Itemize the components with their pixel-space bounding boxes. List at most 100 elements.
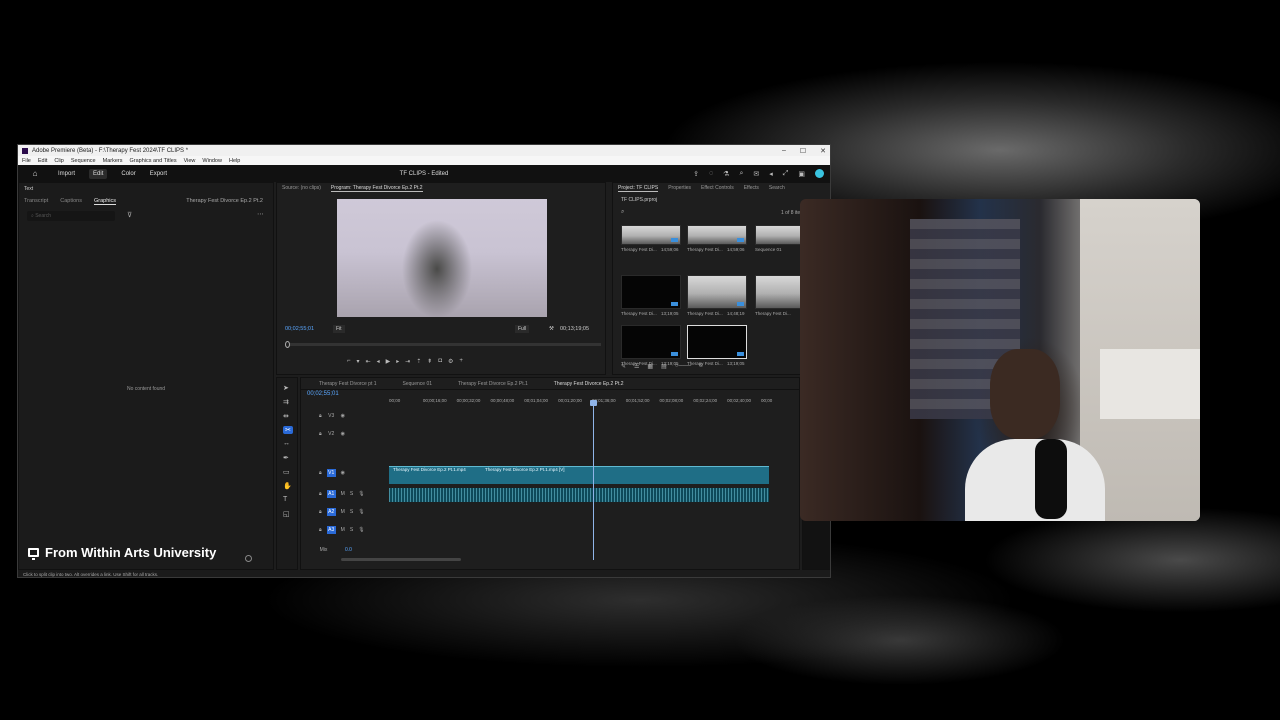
icon-view-icon[interactable]: ▦ <box>647 363 653 370</box>
ripple-edit-tool-icon[interactable]: ⇹ <box>283 412 289 420</box>
mix-volume-value[interactable]: 0.0 <box>345 547 352 553</box>
zoom-slider[interactable]: ○─── <box>675 363 691 370</box>
tab-sequence-3[interactable]: Therapy Fest Divorce Ep.2 Pt.1 <box>458 381 528 387</box>
track-label[interactable]: V1 <box>326 469 336 477</box>
tab-project[interactable]: Project: TF CLIPS <box>618 185 659 192</box>
play-icon[interactable]: ▶ <box>386 358 391 365</box>
mute-icon[interactable]: M <box>341 509 345 515</box>
mark-in-icon[interactable]: ⌐ <box>347 358 351 365</box>
beta-icon[interactable]: ⚗ <box>723 170 729 178</box>
add-marker-icon[interactable]: ▾ <box>357 358 360 365</box>
project-clip-thumbnail[interactable] <box>621 275 681 309</box>
caption-tool-icon[interactable]: ◱ <box>283 510 290 518</box>
pen-tool-icon[interactable]: ✒ <box>283 454 289 462</box>
tab-program-monitor[interactable]: Program: Therapy Fest Divorce Ep.2 Pt.2 <box>330 185 423 192</box>
menu-help[interactable]: Help <box>229 158 240 164</box>
track-label[interactable]: V2 <box>327 430 336 438</box>
chat-icon[interactable]: ▣ <box>798 170 805 178</box>
lock-icon[interactable]: 🔒︎ <box>319 509 322 515</box>
fit-dropdown[interactable]: Fit <box>333 325 345 333</box>
feedback-icon[interactable]: ✉ <box>753 170 759 178</box>
graphics-search-input[interactable]: ⌕ Search <box>27 211 115 221</box>
slip-tool-icon[interactable]: ↔ <box>283 440 290 447</box>
freeform-view-icon[interactable]: ▤ <box>661 363 667 370</box>
tab-captions[interactable]: Captions <box>60 198 82 204</box>
go-to-out-icon[interactable]: ⇥ <box>405 358 410 365</box>
mic-icon[interactable]: 🎙︎ <box>358 491 364 497</box>
solo-icon[interactable]: S <box>350 509 353 515</box>
tab-effect-controls[interactable]: Effect Controls <box>701 185 734 191</box>
list-view-icon[interactable]: ☰ <box>634 363 639 370</box>
add-button-icon[interactable]: + <box>459 358 463 365</box>
lift-icon[interactable]: ⇡ <box>416 358 421 365</box>
solo-icon[interactable]: S <box>350 491 353 497</box>
project-clip-thumbnail[interactable] <box>687 275 747 309</box>
track-label[interactable]: A3 <box>326 526 336 534</box>
mute-icon[interactable]: M <box>341 527 345 533</box>
tab-effects[interactable]: Effects <box>744 185 759 191</box>
step-back-icon[interactable]: ◂ <box>377 358 380 365</box>
scrubber-handle[interactable] <box>285 341 290 348</box>
export-frame-icon[interactable]: ◘ <box>438 358 442 365</box>
tab-sequence-2[interactable]: Sequence 01 <box>403 381 432 387</box>
audio-clip[interactable] <box>389 488 769 502</box>
project-search-icon[interactable]: ⌕ <box>621 209 701 217</box>
tab-export[interactable]: Export <box>150 171 167 177</box>
menu-edit[interactable]: Edit <box>38 158 47 164</box>
project-clip-thumbnail[interactable] <box>687 225 747 245</box>
minimize-button[interactable]: – <box>782 147 786 154</box>
menu-sequence[interactable]: Sequence <box>71 158 96 164</box>
go-to-in-icon[interactable]: ⇤ <box>366 358 371 365</box>
tab-edit[interactable]: Edit <box>89 168 108 179</box>
project-clip-thumbnail[interactable] <box>687 325 747 359</box>
eye-icon[interactable]: ◉ <box>341 413 345 419</box>
extract-icon[interactable]: ⇞ <box>427 358 432 365</box>
monitor-scrubber[interactable] <box>285 341 601 348</box>
track-select-tool-icon[interactable]: ⇉ <box>283 398 289 406</box>
menu-clip[interactable]: Clip <box>54 158 63 164</box>
sort-icon[interactable]: ≡ <box>699 363 703 370</box>
hand-tool-icon[interactable]: ✋ <box>283 482 292 490</box>
lock-icon[interactable]: 🔒︎ <box>319 470 322 476</box>
menu-window[interactable]: Window <box>202 158 222 164</box>
close-button[interactable]: ✕ <box>820 147 826 155</box>
mic-icon[interactable]: 🎙︎ <box>358 527 364 533</box>
tab-color[interactable]: Color <box>121 171 135 177</box>
timeline-scrollbar[interactable] <box>341 558 461 561</box>
share-icon[interactable]: ⇪ <box>693 170 699 178</box>
track-label[interactable]: V3 <box>327 412 336 420</box>
tab-transcript[interactable]: Transcript <box>24 198 48 204</box>
menu-graphics-titles[interactable]: Graphics and Titles <box>130 158 177 164</box>
mute-icon[interactable]: M <box>341 491 345 497</box>
rectangle-tool-icon[interactable]: ▭ <box>283 468 290 476</box>
menu-file[interactable]: File <box>22 158 31 164</box>
quality-dropdown[interactable]: Full <box>515 325 530 333</box>
project-clip-thumbnail[interactable] <box>621 325 681 359</box>
pen-icon[interactable]: ✎ <box>621 363 626 370</box>
time-ruler[interactable]: 00;00 00;00;16;00 00;00;32;00 00;00;48;00 00… <box>389 398 772 407</box>
timeline-timecode[interactable]: 00;02;55;01 <box>307 391 339 397</box>
razor-tool-icon[interactable]: ✂ <box>283 426 293 434</box>
menu-markers[interactable]: Markers <box>103 158 123 164</box>
filter-icon[interactable]: ⊽ <box>127 211 132 219</box>
selection-tool-icon[interactable]: ➤ <box>283 384 289 392</box>
audio-icon[interactable]: ◂ <box>769 170 773 178</box>
type-tool-icon[interactable]: T <box>283 496 287 503</box>
eye-icon[interactable]: ◉ <box>341 470 345 476</box>
tab-graphics[interactable]: Graphics <box>93 198 116 205</box>
tab-properties[interactable]: Properties <box>668 185 691 191</box>
program-video-frame[interactable] <box>337 199 547 317</box>
playhead[interactable] <box>590 400 597 560</box>
lock-icon[interactable]: 🔒︎ <box>319 527 322 533</box>
track-label[interactable]: A2 <box>326 508 336 516</box>
home-icon[interactable]: ⌂ <box>26 169 44 178</box>
fullscreen-icon[interactable]: ⤢ <box>783 170 789 178</box>
mic-icon[interactable]: 🎙︎ <box>358 509 364 515</box>
program-timecode[interactable]: 00;02;55;01 <box>285 326 314 332</box>
tab-search[interactable]: Search <box>769 185 785 191</box>
step-forward-icon[interactable]: ▸ <box>396 358 399 365</box>
solo-icon[interactable]: S <box>350 527 353 533</box>
tab-import[interactable]: Import <box>58 171 75 177</box>
lock-icon[interactable]: 🔒︎ <box>319 431 322 437</box>
more-options-icon[interactable]: ⋯ <box>257 210 264 218</box>
